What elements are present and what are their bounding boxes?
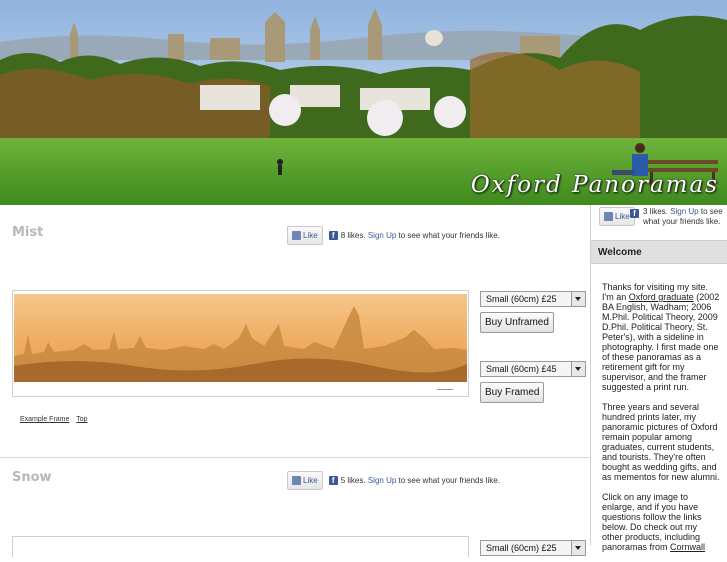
- thumbs-up-icon: [292, 476, 301, 485]
- thumbs-up-icon: [292, 231, 301, 240]
- section-title: Mist: [12, 225, 44, 240]
- like-button[interactable]: Like: [287, 471, 323, 490]
- size-select-unframed[interactable]: Small (60cm) £25: [480, 291, 586, 307]
- photographer-signature: [436, 384, 456, 390]
- brand-logo[interactable]: Oxford Panoramas: [471, 172, 719, 198]
- chevron-down-icon: [571, 292, 585, 306]
- instructions-paragraph: Click on any image to enlarge, and if yo…: [602, 492, 706, 552]
- welcome-text: Thanks for visiting my site. I'm an Oxfo…: [602, 282, 720, 562]
- sidebar: Like f 3 likes. Sign Up to see what your…: [591, 205, 727, 552]
- like-button[interactable]: Like: [287, 226, 323, 245]
- like-suffix: to see what your friends like.: [398, 231, 500, 240]
- signup-link[interactable]: Sign Up: [368, 231, 396, 240]
- sidebar-heading: Welcome: [591, 240, 727, 264]
- facebook-f-icon: f: [328, 231, 338, 240]
- buy-framed-button[interactable]: Buy Framed: [480, 382, 545, 403]
- like-count: 5 likes.: [340, 476, 366, 485]
- chevron-down-icon: [571, 541, 585, 555]
- product-section-mist: Mist Like f 8 likes. Sign Up to see what…: [0, 205, 590, 457]
- facebook-like-widget: Like f 5 likes. Sign Up to see what your…: [287, 471, 500, 490]
- facebook-like-widget: Like f 8 likes. Sign Up to see what your…: [287, 226, 500, 245]
- like-suffix: to see what your friends like.: [398, 476, 500, 485]
- oxford-graduate-link[interactable]: Oxford graduate: [629, 292, 694, 302]
- thumbs-up-icon: [604, 212, 613, 221]
- size-select-framed[interactable]: Small (60cm) £45: [480, 361, 586, 377]
- panorama-image-mist[interactable]: [12, 290, 469, 397]
- section-links: Example Frame Top: [20, 416, 93, 423]
- chevron-down-icon: [571, 362, 585, 376]
- facebook-f-icon: f: [630, 209, 639, 218]
- main-content: Mist Like f 8 likes. Sign Up to see what…: [0, 205, 591, 557]
- cornwall-link[interactable]: Cornwall: [670, 542, 705, 552]
- section-title: Snow: [12, 470, 52, 485]
- like-count: 3 likes.: [643, 207, 668, 216]
- like-count: 8 likes.: [340, 231, 366, 240]
- mist-skyline-image: [14, 294, 467, 382]
- example-frame-link[interactable]: Example Frame: [20, 416, 69, 423]
- signup-link[interactable]: Sign Up: [670, 207, 698, 216]
- buy-unframed-button[interactable]: Buy Unframed: [480, 312, 554, 333]
- product-section-snow: Snow Like f 5 likes. Sign Up to see what…: [0, 458, 590, 557]
- header-banner: Oxford Panoramas: [0, 0, 727, 205]
- top-link[interactable]: Top: [76, 416, 87, 423]
- history-paragraph: Three years and several hundred prints l…: [602, 402, 720, 482]
- facebook-f-icon: f: [328, 476, 338, 485]
- signup-link[interactable]: Sign Up: [368, 476, 396, 485]
- intro-paragraph: Thanks for visiting my site. I'm an Oxfo…: [602, 282, 720, 392]
- panorama-image-snow[interactable]: [12, 536, 469, 557]
- size-select-unframed[interactable]: Small (60cm) £25: [480, 540, 586, 556]
